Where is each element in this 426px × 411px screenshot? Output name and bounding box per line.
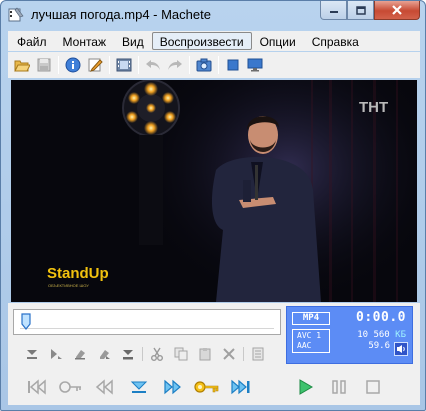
close-button[interactable] (374, 1, 420, 20)
undo-icon[interactable] (142, 54, 164, 76)
close-icon (392, 5, 402, 15)
channel-logo: ТНТ (359, 99, 388, 116)
time-display: 0:00.0 (356, 310, 406, 325)
info-icon[interactable] (62, 54, 84, 76)
menu-file[interactable]: Файл (9, 32, 55, 50)
minimize-button[interactable] (320, 1, 347, 20)
list-icon[interactable] (246, 344, 270, 364)
stop-icon[interactable] (356, 374, 390, 400)
playback-controls (20, 373, 390, 401)
key-next-icon[interactable] (190, 374, 224, 400)
open-folder-icon[interactable] (11, 54, 33, 76)
go-end-icon[interactable] (224, 374, 258, 400)
save-icon[interactable] (33, 54, 55, 76)
select-all-icon[interactable] (116, 344, 140, 364)
media-info-panel: MP4 0:00.0 AVC 1 AAC 10 560 КБ 59.6 (286, 306, 413, 364)
marker-icon[interactable] (122, 374, 156, 400)
menu-help[interactable]: Справка (304, 32, 367, 50)
mark-in-icon[interactable] (20, 344, 44, 364)
key-prev-icon[interactable] (54, 374, 88, 400)
audio-codec: AAC (297, 341, 312, 350)
edit-toolbar (20, 344, 270, 364)
maximize-button[interactable] (347, 1, 374, 20)
step-back-icon[interactable] (88, 374, 122, 400)
delete-icon[interactable] (217, 344, 241, 364)
menu-view[interactable]: Вид (114, 32, 152, 50)
file-size-value: 10 560 (357, 330, 390, 340)
container-format-badge: MP4 (292, 312, 330, 325)
mark-out-icon[interactable] (44, 344, 68, 364)
erase-marker-icon[interactable] (68, 344, 92, 364)
main-toolbar (8, 52, 420, 78)
machete-app-icon[interactable] (8, 7, 24, 23)
paste-icon[interactable] (193, 344, 217, 364)
window-title: лучшая погода.mp4 - Machete (31, 7, 211, 22)
volume-button[interactable] (394, 342, 408, 356)
cut-icon[interactable] (145, 344, 169, 364)
codec-box: AVC 1 AAC (292, 329, 330, 353)
play-icon[interactable] (288, 374, 322, 400)
seek-thumb[interactable] (21, 313, 31, 330)
title-bar[interactable]: лучшая погода.mp4 - Machete (1, 1, 425, 29)
file-size-unit: КБ (395, 330, 406, 340)
video-scene: StandUp ОБЪЕКТИВНОЕ ШОУ ТНТ (11, 80, 417, 302)
pause-icon[interactable] (322, 374, 356, 400)
frame-rate: 59.6 (368, 341, 390, 351)
monitor-icon[interactable] (244, 54, 266, 76)
copy-icon[interactable] (169, 344, 193, 364)
svg-text:StandUp: StandUp (47, 265, 109, 282)
snapshot-icon[interactable] (193, 54, 215, 76)
svg-text:ОБЪЕКТИВНОЕ ШОУ: ОБЪЕКТИВНОЕ ШОУ (48, 283, 89, 288)
step-forward-icon[interactable] (156, 374, 190, 400)
file-size: 10 560 КБ (357, 330, 406, 340)
seek-bar[interactable] (13, 309, 281, 335)
menu-edit[interactable]: Монтаж (55, 32, 115, 50)
redo-icon[interactable] (164, 54, 186, 76)
video-codec: AVC 1 (297, 331, 322, 340)
video-frame[interactable]: StandUp ОБЪЕКТИВНОЕ ШОУ ТНТ (11, 80, 417, 302)
menu-bar: Файл Монтаж Вид Воспроизвести Опции Спра… (8, 31, 420, 51)
app-window: лучшая погода.mp4 - Machete Файл Монтаж … (0, 0, 426, 411)
speaker-icon (397, 345, 405, 353)
menu-playback[interactable]: Воспроизвести (151, 32, 252, 50)
menu-options[interactable]: Опции (252, 32, 304, 50)
clear-markers-icon[interactable] (92, 344, 116, 364)
edit-tags-icon[interactable] (84, 54, 106, 76)
film-strip-icon[interactable] (113, 54, 135, 76)
fullscreen-icon[interactable] (222, 54, 244, 76)
go-start-icon[interactable] (20, 374, 54, 400)
